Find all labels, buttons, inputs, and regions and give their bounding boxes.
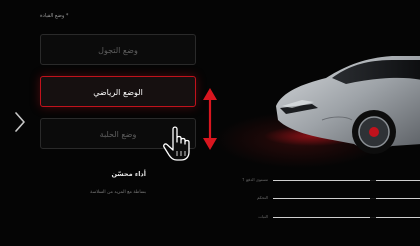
sports-car-image [264,56,420,154]
performance-title: أداء محسّن [111,170,146,178]
stat-bar-downforce [273,180,420,181]
performance-subtitle: بساطة مع المزيد من السلاسة [90,190,146,195]
stat-label-downforce: مستوى الدفع ↑ [241,177,268,182]
mode-label-sport: الوضع الرياضي [93,88,143,97]
stat-marker-stability [370,217,376,218]
screen-header: * وضع القيادة [40,13,69,19]
chevron-right-icon[interactable] [12,110,28,134]
mode-option-tour[interactable]: وضع التجول [40,34,196,65]
vertical-double-arrow-icon [203,88,217,150]
stat-marker-downforce [370,180,376,181]
mode-option-sport[interactable]: الوضع الرياضي [40,76,196,107]
mode-label-tour: وضع التجول [98,46,138,55]
mode-label-track: وضع الحلبة [99,130,137,139]
stat-bar-stability [273,217,420,218]
drive-mode-screen: * وضع القيادة وضع التجول الوضع الرياضي و… [0,0,420,246]
hand-pointer-icon [163,126,190,161]
stat-marker-control [370,198,376,199]
stat-label-stability: الثبات [258,214,268,219]
stat-bar-control [273,198,420,199]
stat-label-control: التحكم [257,195,268,200]
